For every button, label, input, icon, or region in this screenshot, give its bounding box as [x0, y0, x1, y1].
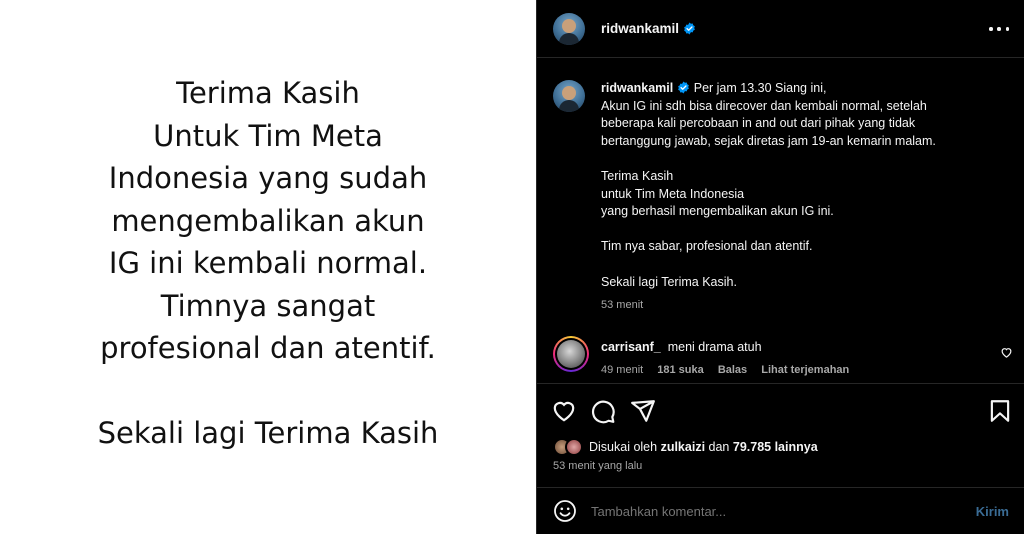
image-text-line: Timnya sangat [160, 288, 376, 323]
avatar[interactable] [553, 12, 585, 45]
caption-line [601, 150, 1013, 168]
post-image-text: Terima Kasih Untuk Tim Meta Indonesia ya… [98, 72, 439, 454]
avatar [557, 340, 585, 368]
bookmark-icon[interactable] [987, 398, 1013, 424]
emoji-icon[interactable] [553, 499, 577, 523]
image-text-line: mengembalikan akun [111, 203, 425, 238]
image-text-line: Untuk Tim Meta [153, 118, 383, 153]
avatar[interactable] [553, 80, 585, 112]
likes-text[interactable]: Disukai oleh zulkaizi dan 79.785 lainnya [589, 440, 818, 454]
caption-line: yang berhasil mengembalikan akun IG ini. [601, 204, 834, 219]
caption-line: Akun IG ini sdh bisa direcover dan kemba… [601, 98, 927, 113]
caption-line: Sekali lagi Terima Kasih. [601, 274, 737, 289]
post-header: ridwankamil [537, 0, 1024, 58]
post-timestamp: 53 menit yang lalu [553, 460, 643, 472]
comment-likes[interactable]: 181 suka [657, 364, 703, 376]
verified-badge-icon [678, 81, 690, 94]
caption-time[interactable]: 53 menit [601, 299, 1013, 311]
comment-item: carrisanf_ meni drama atuh 49 menit 181 … [553, 336, 1013, 380]
comment-username[interactable]: carrisanf_ [601, 340, 661, 354]
caption-body: ridwankamil Per jam 13.30 Siang ini, Aku… [601, 80, 1013, 291]
image-text-line: profesional dan atentif. [100, 331, 436, 365]
comment-body: meni drama atuh [667, 340, 762, 354]
caption-line: beberapa kali percobaan in and out dari … [601, 116, 916, 131]
image-text-closing: Sekali lagi Terima Kasih [97, 415, 439, 450]
comment-text: carrisanf_ meni drama atuh [601, 340, 762, 354]
comment-input[interactable] [591, 503, 951, 519]
post-actions: Disukai oleh zulkaizi dan 79.785 lainnya… [537, 383, 1024, 483]
share-icon[interactable] [630, 398, 656, 424]
header-username[interactable]: ridwankamil [601, 21, 696, 36]
post-caption: ridwankamil Per jam 13.30 Siang ini, Aku… [553, 80, 1013, 311]
add-comment-bar: Kirim [537, 487, 1024, 534]
image-text-line: Terima Kasih [176, 76, 360, 110]
comment-icon[interactable] [590, 398, 616, 424]
post-comment-button[interactable]: Kirim [976, 504, 1009, 519]
image-text-gap [98, 370, 439, 412]
reply-button[interactable]: Balas [718, 364, 747, 376]
caption-line: bertanggung jawab, sejak diretas jam 19-… [601, 133, 936, 148]
caption-line: untuk Tim Meta Indonesia [601, 186, 745, 201]
caption-first-line: ridwankamil Per jam 13.30 Siang ini, [601, 80, 1013, 98]
caption-line: Tim nya sabar, profesional dan atentif. [601, 239, 813, 254]
heart-icon[interactable] [551, 398, 577, 424]
caption-line [601, 221, 1013, 239]
caption-line [601, 256, 1013, 274]
caption-lead: Per jam 13.30 Siang ini, [693, 81, 827, 95]
heart-icon[interactable] [1000, 346, 1013, 359]
comment-meta: 49 menit 181 suka Balas Lihat terjemahan [601, 364, 860, 376]
caption-line: Terima Kasih [601, 168, 674, 183]
more-horizontal-icon[interactable] [989, 19, 1009, 39]
see-translation-button[interactable]: Lihat terjemahan [761, 364, 849, 376]
image-text-line: IG ini kembali normal. [108, 246, 428, 280]
image-text-line: Indonesia yang sudah [108, 161, 428, 195]
verified-badge-icon [684, 22, 695, 35]
post-side-panel: ridwankamil ridwankamil Per jam 13.30 Si… [536, 0, 1024, 534]
likes-summary: Disukai oleh zulkaizi dan 79.785 lainnya [553, 438, 818, 456]
post-image: Terima Kasih Untuk Tim Meta Indonesia ya… [0, 0, 536, 534]
comment-time[interactable]: 49 menit [601, 364, 643, 376]
caption-username[interactable]: ridwankamil [601, 81, 673, 95]
story-ring-avatar[interactable] [553, 336, 589, 372]
avatar [565, 438, 583, 456]
